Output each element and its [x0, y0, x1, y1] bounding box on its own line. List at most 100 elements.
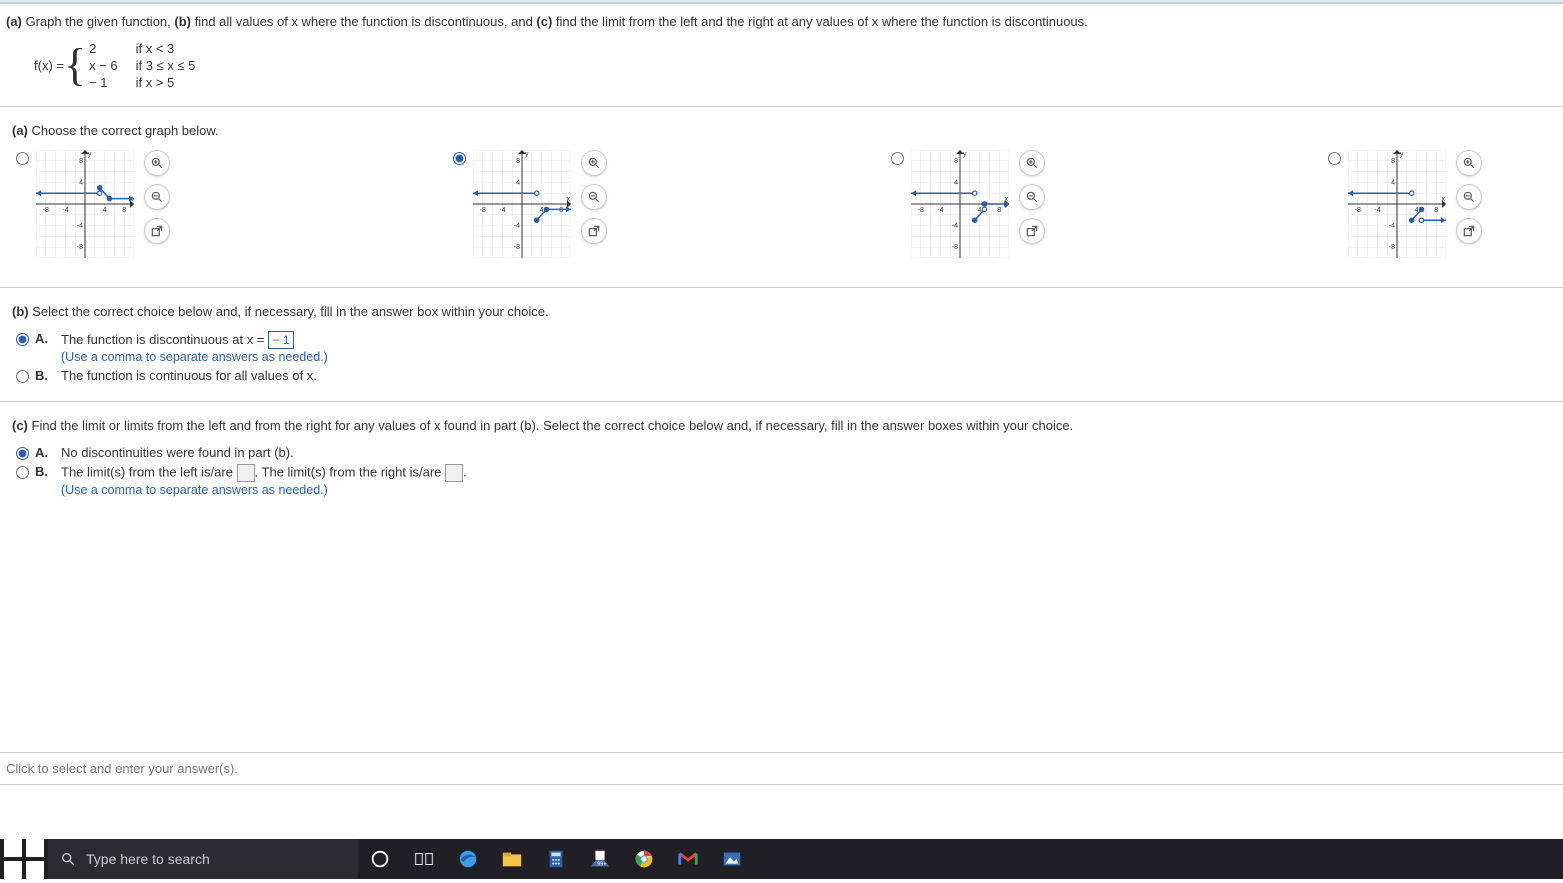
stem-a-label: (a) — [6, 14, 22, 29]
svg-text:-4: -4 — [1375, 207, 1381, 214]
piece1-cond: if x < 3 — [136, 41, 196, 56]
function-definition: f(x) = { 2 if x < 3 x − 6 if 3 ≤ x ≤ 5 −… — [6, 41, 1557, 90]
svg-text:-8: -8 — [1389, 244, 1395, 251]
start-button[interactable] — [0, 839, 48, 879]
graph-radio-2[interactable] — [453, 152, 466, 165]
stem-c-label: (c) — [536, 14, 552, 29]
cortana-icon[interactable] — [358, 839, 402, 879]
svg-text:-8: -8 — [77, 244, 83, 251]
svg-text:4: 4 — [79, 179, 83, 186]
partc-b-label: B. — [35, 464, 51, 479]
svg-text:-8: -8 — [43, 207, 49, 214]
partb-a-answer-input[interactable]: − 1 — [268, 331, 294, 349]
taskview-icon[interactable] — [402, 839, 446, 879]
svg-text:-4: -4 — [62, 207, 68, 214]
part-a-label: (a) — [12, 123, 28, 138]
taskbar-search[interactable]: Type here to search — [48, 839, 358, 879]
svg-text:x: x — [567, 196, 571, 203]
file-explorer-icon[interactable] — [490, 839, 534, 879]
partb-b-label: B. — [35, 368, 51, 383]
partb-b-text: The function is continuous for all value… — [61, 368, 317, 383]
partc-b-text2: . The limit(s) from the right is/are — [255, 464, 445, 479]
zoom-out-icon[interactable] — [1456, 184, 1482, 210]
partb-a-label: A. — [35, 331, 51, 346]
partc-choice-b[interactable]: B. The limit(s) from the left is/are . T… — [16, 464, 1547, 497]
svg-text:y: y — [963, 151, 967, 158]
partb-choice-a[interactable]: A. The function is discontinuous at x = … — [16, 331, 1547, 364]
piece1-val: 2 — [89, 41, 118, 56]
calculator-icon[interactable] — [534, 839, 578, 879]
svg-text:-4: -4 — [500, 207, 506, 214]
partc-choice-a[interactable]: A. No discontinuities were found in part… — [16, 445, 1547, 460]
graph-radio-3[interactable] — [891, 152, 904, 165]
part-a-text: Choose the correct graph below. — [28, 123, 219, 138]
svg-text:-4: -4 — [937, 207, 943, 214]
edge-icon[interactable] — [446, 839, 490, 879]
zoom-in-icon[interactable] — [1019, 150, 1045, 176]
windows-taskbar: Type here to search 99+ — [0, 839, 1563, 879]
svg-text:-8: -8 — [480, 207, 486, 214]
gmail-icon[interactable] — [666, 839, 710, 879]
zoom-in-icon[interactable] — [144, 150, 170, 176]
piece3-cond: if x > 5 — [136, 75, 196, 90]
svg-text:4: 4 — [517, 179, 521, 186]
svg-text:4: 4 — [954, 179, 958, 186]
footer-hint: Click to select and enter your answer(s)… — [0, 752, 1563, 785]
chrome-icon[interactable] — [622, 839, 666, 879]
svg-text:4: 4 — [103, 207, 107, 214]
stem-a-text: Graph the given function, — [22, 14, 174, 29]
graph-plot-3: -8-448-8-448yx — [911, 150, 1009, 261]
popout-icon[interactable] — [581, 218, 607, 244]
partb-a-text-pre: The function is discontinuous at x = — [61, 332, 268, 347]
zoom-out-icon[interactable] — [1019, 184, 1045, 210]
search-icon — [60, 851, 76, 867]
popout-icon[interactable] — [1019, 218, 1045, 244]
partb-radio-a[interactable] — [16, 333, 29, 346]
graph-option-1[interactable]: -8-448-8-448yx — [16, 150, 453, 261]
zoom-out-icon[interactable] — [581, 184, 607, 210]
svg-text:y: y — [1400, 151, 1404, 158]
svg-text:8: 8 — [517, 158, 521, 165]
graph-option-2[interactable]: -8-448-8-448yx — [453, 150, 890, 261]
graph-plot-1: -8-448-8-448yx — [36, 150, 134, 261]
graph-option-3[interactable]: -8-448-8-448yx — [891, 150, 1328, 261]
part-c-prompt: (c) Find the limit or limits from the le… — [6, 410, 1557, 439]
partc-a-label: A. — [35, 445, 51, 460]
svg-text:y: y — [525, 151, 529, 158]
photos-icon[interactable] — [710, 839, 754, 879]
partb-radio-b[interactable] — [16, 370, 29, 383]
partc-radio-b[interactable] — [16, 466, 29, 479]
partc-radio-a[interactable] — [16, 447, 29, 460]
question-stem: (a) Graph the given function, (b) find a… — [6, 12, 1557, 33]
svg-text:8: 8 — [1435, 207, 1439, 214]
svg-text:8: 8 — [560, 207, 564, 214]
piece3-val: − 1 — [89, 75, 118, 90]
svg-text:x: x — [1442, 196, 1446, 203]
svg-text:-8: -8 — [952, 244, 958, 251]
graph-option-4[interactable]: -8-448-8-448yx — [1328, 150, 1547, 261]
graph-radio-4[interactable] — [1328, 152, 1341, 165]
svg-text:-8: -8 — [918, 207, 924, 214]
partc-b-right-input[interactable] — [445, 464, 463, 482]
part-b-label: (b) — [12, 304, 29, 319]
search-placeholder: Type here to search — [86, 851, 210, 867]
svg-text:8: 8 — [1391, 158, 1395, 165]
svg-text:-4: -4 — [952, 222, 958, 229]
partc-b-left-input[interactable] — [237, 464, 255, 482]
svg-text:-8: -8 — [1355, 207, 1361, 214]
svg-text:-4: -4 — [514, 222, 520, 229]
partb-choice-b[interactable]: B. The function is continuous for all va… — [16, 368, 1547, 383]
mail-icon[interactable]: 99+ — [578, 839, 622, 879]
zoom-in-icon[interactable] — [1456, 150, 1482, 176]
popout-icon[interactable] — [1456, 218, 1482, 244]
svg-text:8: 8 — [79, 158, 83, 165]
zoom-out-icon[interactable] — [144, 184, 170, 210]
partc-b-text1: The limit(s) from the left is/are — [61, 464, 237, 479]
svg-text:-4: -4 — [1389, 222, 1395, 229]
stem-c-text: find the limit from the left and the rig… — [552, 14, 1087, 29]
svg-text:-4: -4 — [77, 222, 83, 229]
graph-plot-2: -8-448-8-448yx — [473, 150, 571, 261]
zoom-in-icon[interactable] — [581, 150, 607, 176]
graph-radio-1[interactable] — [16, 152, 29, 165]
popout-icon[interactable] — [144, 218, 170, 244]
